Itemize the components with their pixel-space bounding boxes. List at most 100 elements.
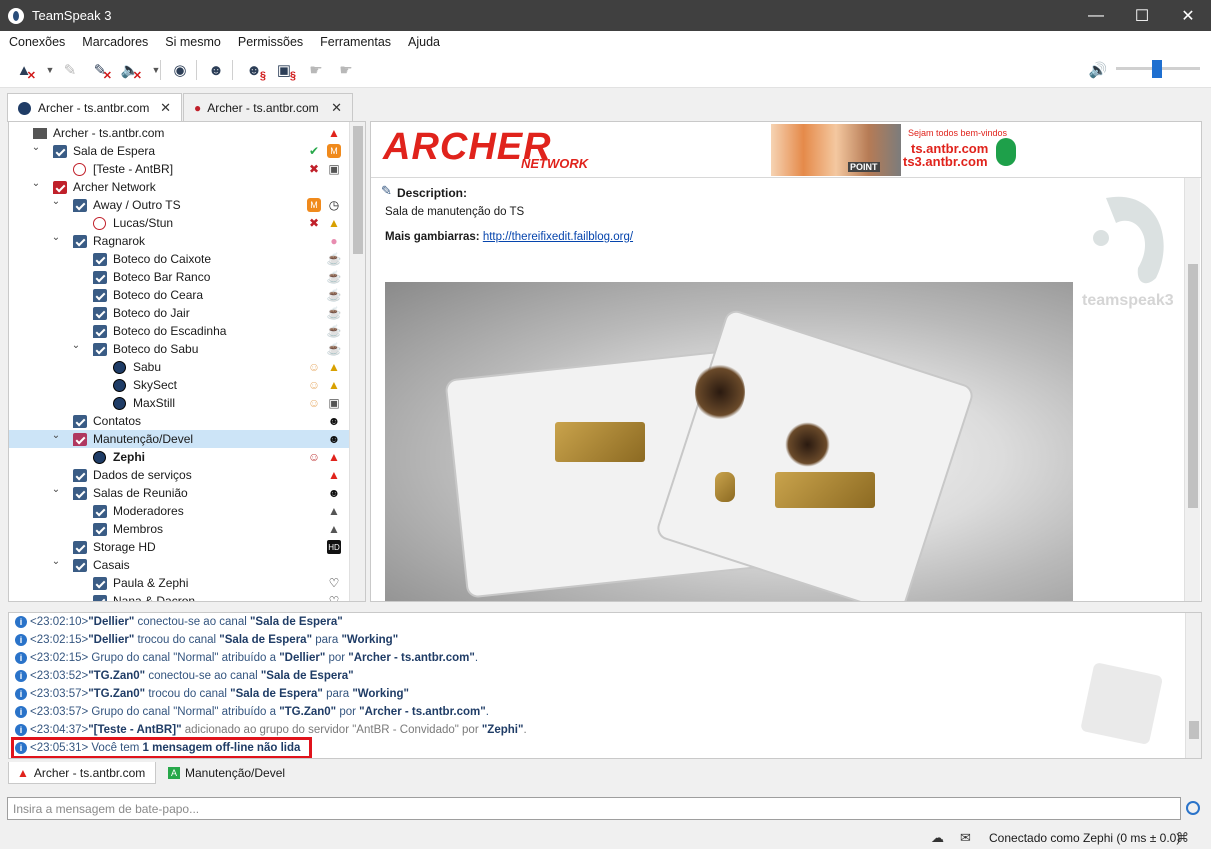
dropdown-arrow-icon[interactable]: ▼	[144, 58, 168, 82]
archer-icon: ▲	[328, 522, 340, 536]
tree-item[interactable]: ⌄ Sala de Espera ✔ M	[9, 142, 349, 160]
volume-slider-thumb[interactable]	[1152, 60, 1162, 78]
log-timestamp: <23:02:15>	[30, 634, 89, 646]
tree-item[interactable]: ⌄ Salas de Reunião ☻	[9, 484, 349, 502]
tree-scrollbar[interactable]	[349, 122, 365, 601]
tree-item[interactable]: Boteco do Caixote ☕	[9, 250, 349, 268]
tree-item[interactable]: Moderadores ▲	[9, 502, 349, 520]
tree-item[interactable]: Contatos ☻	[9, 412, 349, 430]
tree-item[interactable]: Nana & Dacron ♡	[9, 592, 349, 601]
mute-speakers-icon[interactable]: 🔈 ✕	[118, 58, 142, 82]
contacts-icon[interactable]: ☻	[204, 58, 228, 82]
more-link[interactable]: http://thereifixedit.failblog.org/	[483, 231, 633, 243]
tree-item[interactable]: ⌄ Archer Network	[9, 178, 349, 196]
menu-ferramentas[interactable]: Ferramentas	[320, 35, 391, 49]
server-tab-1[interactable]: Archer - ts.antbr.com ✕	[7, 93, 182, 122]
scrollbar-thumb[interactable]	[353, 126, 363, 254]
description-scrollbar[interactable]	[1184, 178, 1200, 601]
chevron-down-icon[interactable]: ⌄	[51, 430, 61, 441]
chevron-down-icon[interactable]: ⌄	[51, 196, 61, 207]
log-scrollbar[interactable]	[1185, 613, 1201, 758]
tree-item-label: Ragnarok	[93, 234, 146, 248]
tree-item[interactable]: Storage HD HD	[9, 538, 349, 556]
tree-item[interactable]: Lucas/Stun ✖ ▲	[9, 214, 349, 232]
tree-item[interactable]: Boteco do Escadinha ☕	[9, 322, 349, 340]
token-icon[interactable]: ☛	[304, 58, 328, 82]
tree-item[interactable]: ⌄ Ragnarok ●	[9, 232, 349, 250]
chat-bubble-icon[interactable]: ◉	[168, 58, 192, 82]
volume-slider[interactable]	[1116, 60, 1200, 78]
channel-icon	[53, 145, 67, 158]
menu-permissoes[interactable]: Permissões	[238, 35, 303, 49]
beer-icon: ☕	[326, 288, 342, 302]
server-tab-2[interactable]: ● Archer - ts.antbr.com ✕	[183, 93, 353, 121]
log-highlight-text: "Sala de Espera"	[249, 616, 343, 628]
log-text: Grupo do canal "Normal" atribuído a	[88, 706, 280, 718]
log-text: trocou do canal	[145, 688, 231, 700]
permissions-user-icon[interactable]: ☻ §	[242, 58, 266, 83]
close-button[interactable]: ✕	[1165, 0, 1211, 31]
permissions-server-icon[interactable]: ▣ §	[272, 58, 296, 82]
log-timestamp: <23:03:57>	[30, 688, 89, 700]
channel-icon	[93, 307, 107, 320]
chevron-down-icon[interactable]: ⌄	[31, 178, 41, 189]
token-dollar-icon[interactable]: ☛	[334, 58, 358, 82]
tree-item[interactable]: Membros ▲	[9, 520, 349, 538]
chevron-down-icon[interactable]: ⌄	[51, 232, 61, 243]
chat-tab-channel[interactable]: A Manutenção/Devel	[160, 762, 286, 784]
beer-icon: ☕	[326, 342, 342, 356]
chat-input[interactable]: Insira a mensagem de bate-papo...	[7, 797, 1181, 820]
disconnect-icon[interactable]: ▲ ✕	[12, 58, 36, 83]
user-muted-icon	[73, 163, 86, 176]
tree-item[interactable]: Dados de serviços ▲	[9, 466, 349, 484]
chevron-down-icon[interactable]: ⌄	[71, 340, 81, 351]
info-icon: i	[15, 742, 27, 754]
away-icon[interactable]: ✎	[58, 58, 82, 82]
close-tab-icon[interactable]: ✕	[160, 100, 171, 116]
archer-network-label: NETWORK	[521, 156, 589, 171]
tree-item[interactable]: ⌄ Manutenção/Devel ☻	[9, 430, 349, 448]
menu-marcadores[interactable]: Marcadores	[82, 35, 148, 49]
tree-item[interactable]: Paula & Zephi ♡	[9, 574, 349, 592]
tree-item[interactable]: ⌄ Boteco do Sabu ☕	[9, 340, 349, 358]
tree-item[interactable]: Sabu ☺ ▲	[9, 358, 349, 376]
tree-item[interactable]: Boteco do Ceara ☕	[9, 286, 349, 304]
chevron-down-icon[interactable]: ⌄	[31, 142, 41, 153]
tree-item[interactable]: Boteco do Jair ☕	[9, 304, 349, 322]
emoji-icon[interactable]	[1186, 801, 1200, 815]
menu-ajuda[interactable]: Ajuda	[408, 35, 440, 49]
tree-item-label: [Teste - AntBR]	[93, 162, 174, 176]
cloud-icon[interactable]: ☁	[931, 830, 944, 846]
lock-icon	[996, 138, 1016, 166]
scrollbar-thumb[interactable]	[1188, 264, 1198, 508]
tree-item[interactable]: ⌄ Away / Outro TS M ◷	[9, 196, 349, 214]
tree-item[interactable]: ⌄ Casais	[9, 556, 349, 574]
log-highlight-text: "Working"	[352, 688, 410, 700]
menu-si-mesmo[interactable]: Si mesmo	[165, 35, 221, 49]
tree-item[interactable]: SkySect ☺ ▲	[9, 376, 349, 394]
tree-item[interactable]: [Teste - AntBR] ✖ ▣	[9, 160, 349, 178]
log-highlight-text: "Archer - ts.antbr.com"	[359, 706, 486, 718]
menu-conexoes[interactable]: Conexões	[9, 35, 65, 49]
maximize-button[interactable]: ☐	[1119, 0, 1165, 31]
log-text: conectou-se ao canal	[134, 616, 250, 628]
minimize-button[interactable]: —	[1073, 0, 1119, 31]
chat-tab-server[interactable]: ▲ Archer - ts.antbr.com	[8, 762, 156, 784]
log-text: .	[485, 706, 489, 718]
volume-icon[interactable]: 🔊	[1086, 58, 1110, 82]
tree-item[interactable]: Zephi ☺ ▲	[9, 448, 349, 466]
tree-item[interactable]: Archer - ts.antbr.com ▲	[9, 124, 349, 142]
tree-item[interactable]: Boteco Bar Ranco ☕	[9, 268, 349, 286]
scrollbar-thumb[interactable]	[1189, 721, 1199, 739]
close-tab-icon[interactable]: ✕	[331, 100, 342, 116]
mail-icon[interactable]: ✉	[960, 830, 971, 846]
chevron-down-icon[interactable]: ⌄	[51, 484, 61, 495]
chevron-down-icon[interactable]: ⌄	[51, 556, 61, 567]
tree-item-label: Boteco do Escadinha	[113, 324, 227, 338]
server-banner[interactable]: ARCHER NETWORK POINT Sejam todos bem-vin…	[371, 122, 1201, 178]
tree-item-label: Boteco do Jair	[113, 306, 190, 320]
channel-icon	[73, 199, 87, 212]
mute-microphone-icon[interactable]: ✎ ✕	[88, 58, 112, 82]
teamspeak-watermark-text: teamspeak3	[1082, 292, 1174, 309]
tree-item[interactable]: MaxStill ☺ ▣	[9, 394, 349, 412]
